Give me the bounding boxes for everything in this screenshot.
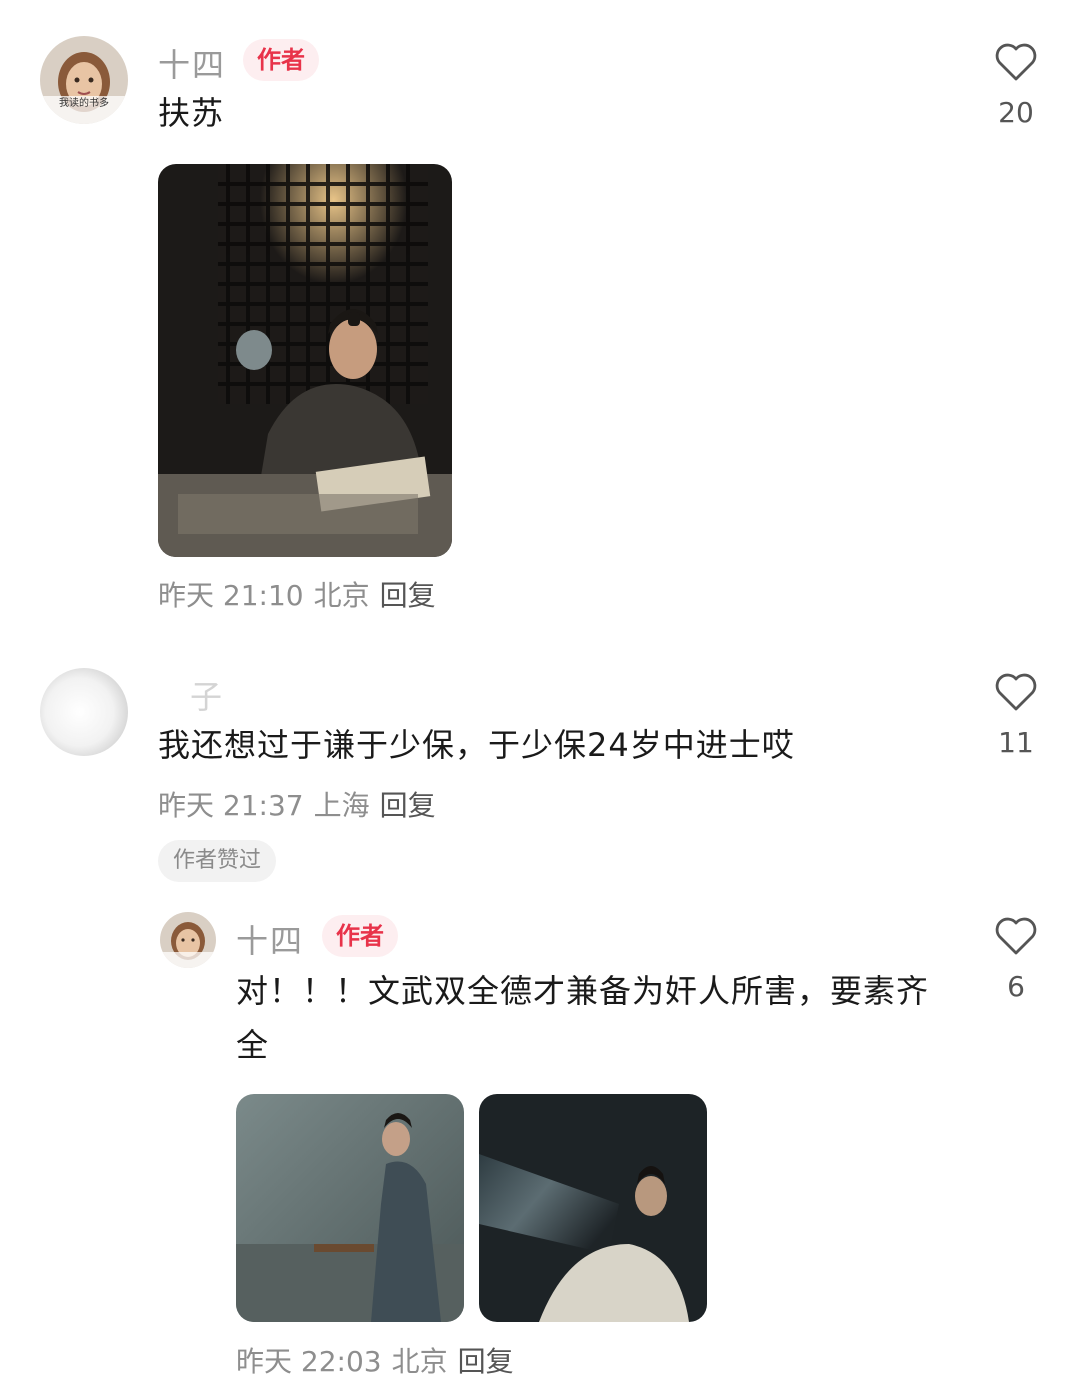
author-name[interactable]: 十四 [236, 916, 304, 962]
like-button[interactable]: 20 [976, 42, 1056, 129]
comment-time: 昨天 22:03 [236, 1345, 382, 1378]
author-name[interactable]: 子 [190, 672, 224, 718]
reply-photo-1[interactable] [236, 1094, 464, 1322]
comment-meta: 昨天 22:03 北京 回复 [236, 1340, 514, 1380]
author-liked-badge: 作者赞过 [158, 840, 277, 882]
author-badge: 作者 [322, 915, 398, 957]
heart-outline-icon [995, 43, 1037, 81]
reply-button[interactable]: 回复 [380, 579, 436, 612]
comment-location: 北京 [313, 579, 370, 612]
heart-outline-icon [995, 917, 1037, 955]
comment-time: 昨天 21:10 [158, 579, 304, 612]
like-count: 11 [998, 726, 1034, 759]
reply-photo-2[interactable] [479, 1094, 707, 1322]
like-button[interactable]: 11 [976, 672, 1056, 759]
comment-text: 我还想过于谦于少保，于少保24岁中进士哎 [158, 726, 795, 764]
comment-meta: 昨天 21:10 北京 回复 [158, 574, 436, 614]
reply-button[interactable]: 回复 [458, 1345, 514, 1378]
heart-outline-icon [995, 673, 1037, 711]
comment-photo[interactable] [158, 164, 452, 557]
avatar-caption: 我读的书多 [59, 98, 109, 109]
avatar[interactable] [40, 668, 128, 756]
author-name[interactable]: 十四 [158, 40, 226, 86]
like-count: 20 [998, 96, 1034, 129]
comment-time: 昨天 21:37 [158, 789, 304, 822]
comment-meta: 昨天 21:37 上海 回复 [158, 784, 436, 824]
like-button[interactable]: 6 [976, 916, 1056, 1003]
avatar[interactable] [160, 912, 216, 968]
comment-text: 扶苏 [158, 94, 225, 132]
reply-button[interactable]: 回复 [380, 789, 436, 822]
comment-location: 北京 [391, 1345, 448, 1378]
avatar[interactable]: 我读的书多 [40, 36, 128, 124]
comment-location: 上海 [313, 789, 370, 822]
author-badge: 作者 [243, 39, 319, 81]
like-count: 6 [1007, 970, 1025, 1003]
comment-text: 对！！！文武双全德才兼备为奸人所害，要素齐全 [236, 972, 930, 1064]
